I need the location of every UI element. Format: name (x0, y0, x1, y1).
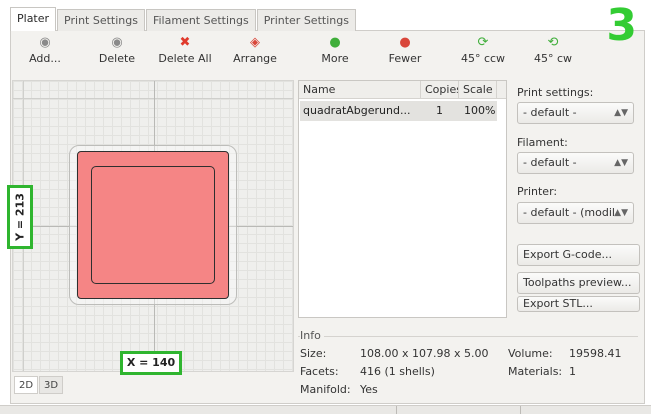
delete-button-label: Delete (98, 52, 136, 65)
fewer-button-label: Fewer (388, 52, 422, 65)
column-name[interactable]: Name (299, 81, 421, 99)
arrange-button-label: Arrange (233, 52, 277, 65)
plater-canvas[interactable] (12, 80, 294, 372)
filament-label: Filament: (517, 136, 568, 149)
status-divider (396, 406, 397, 414)
tab-printer-settings[interactable]: Printer Settings (256, 9, 356, 31)
more-button[interactable]: ● More (304, 34, 366, 65)
combo-arrows-icon: ▲▼ (614, 108, 628, 118)
rotate-cw-button-label: 45° cw (533, 52, 573, 65)
status-bar (0, 405, 651, 414)
add-button[interactable]: ◉ Add... (14, 34, 76, 65)
export-stl-button[interactable]: Export STL... (517, 296, 640, 312)
y-coordinate-highlight: Y = 213 (7, 185, 33, 249)
tab-2d[interactable]: 2D (14, 376, 38, 394)
tab-plater[interactable]: Plater (10, 7, 57, 31)
manifold-value: Yes (360, 383, 378, 396)
plater-toolbar: ◉ Add... ◉ Delete ✖ Delete All ◈ Arrange… (12, 34, 632, 76)
facets-value: 416 (1 shells) (360, 365, 435, 378)
add-object-icon: ◉ (39, 35, 51, 50)
object-name-cell: quadratAbgerund... (303, 104, 411, 117)
volume-label: Volume: (508, 347, 553, 360)
status-divider (520, 406, 521, 414)
add-button-label: Add... (29, 52, 61, 65)
object-scale-cell: 100% (464, 104, 496, 117)
printer-value: - default - (modil (523, 206, 615, 219)
red-x-icon: ✖ (179, 35, 191, 50)
object-copies-cell: 1 (436, 104, 443, 117)
size-value: 108.00 x 107.98 x 5.00 (360, 347, 489, 360)
print-settings-select[interactable]: - default - ▲▼ (517, 102, 634, 124)
print-settings-value: - default - (523, 106, 577, 119)
column-scale[interactable]: Scale (459, 81, 497, 99)
tab-3d[interactable]: 3D (39, 376, 63, 394)
printer-label: Printer: (517, 185, 558, 198)
tab-filament-settings[interactable]: Filament Settings (145, 9, 256, 31)
filament-value: - default - (523, 156, 577, 169)
plater-object[interactable] (77, 151, 229, 299)
red-minus-icon: ● (399, 35, 411, 50)
arrange-button[interactable]: ◈ Arrange (224, 34, 286, 65)
table-row[interactable]: quadratAbgerund... 1 100% (300, 101, 497, 121)
rotate-cw-icon: ⟲ (547, 35, 559, 50)
view-tabs: 2D 3D (14, 376, 64, 394)
printer-select[interactable]: - default - (modil ▲▼ (517, 202, 634, 224)
rotate-cw-button[interactable]: ⟲ 45° cw (522, 34, 584, 65)
delete-all-button-label: Delete All (158, 52, 212, 65)
more-button-label: More (321, 52, 349, 65)
print-settings-label: Print settings: (517, 86, 594, 99)
fewer-button[interactable]: ● Fewer (374, 34, 436, 65)
green-plus-icon: ● (329, 35, 341, 50)
filament-select[interactable]: - default - ▲▼ (517, 152, 634, 174)
rotate-ccw-button-label: 45° ccw (460, 52, 506, 65)
x-coordinate-label: X = 140 (120, 351, 182, 375)
materials-label: Materials: (508, 365, 563, 378)
grid-line (13, 98, 293, 99)
delete-button[interactable]: ◉ Delete (86, 34, 148, 65)
delete-object-icon: ◉ (111, 35, 123, 50)
arrange-icon: ◈ (250, 35, 260, 50)
column-copies[interactable]: Copies (421, 81, 459, 99)
info-title: Info (300, 329, 324, 342)
size-label: Size: (300, 347, 327, 360)
object-inner-contour (91, 166, 215, 284)
tab-bar: Plater Print Settings Filament Settings … (10, 7, 357, 31)
toolpaths-preview-button[interactable]: Toolpaths preview... (517, 272, 640, 294)
volume-value: 19598.41 (569, 347, 622, 360)
export-gcode-button[interactable]: Export G-code... (517, 244, 640, 266)
object-list[interactable]: Name Copies Scale quadratAbgerund... 1 1… (298, 80, 507, 318)
combo-arrows-icon: ▲▼ (614, 158, 628, 168)
info-group: Info Size: 108.00 x 107.98 x 5.00 Volume… (298, 329, 638, 400)
object-list-header: Name Copies Scale (299, 81, 506, 99)
rotate-ccw-button[interactable]: ⟳ 45° ccw (452, 34, 514, 65)
delete-all-button[interactable]: ✖ Delete All (154, 34, 216, 65)
manifold-label: Manifold: (300, 383, 351, 396)
materials-value: 1 (569, 365, 576, 378)
rotate-ccw-icon: ⟳ (477, 35, 489, 50)
tab-print-settings[interactable]: Print Settings (57, 9, 145, 31)
facets-label: Facets: (300, 365, 339, 378)
combo-arrows-icon: ▲▼ (614, 208, 628, 218)
y-coordinate-label: Y = 213 (13, 193, 27, 241)
